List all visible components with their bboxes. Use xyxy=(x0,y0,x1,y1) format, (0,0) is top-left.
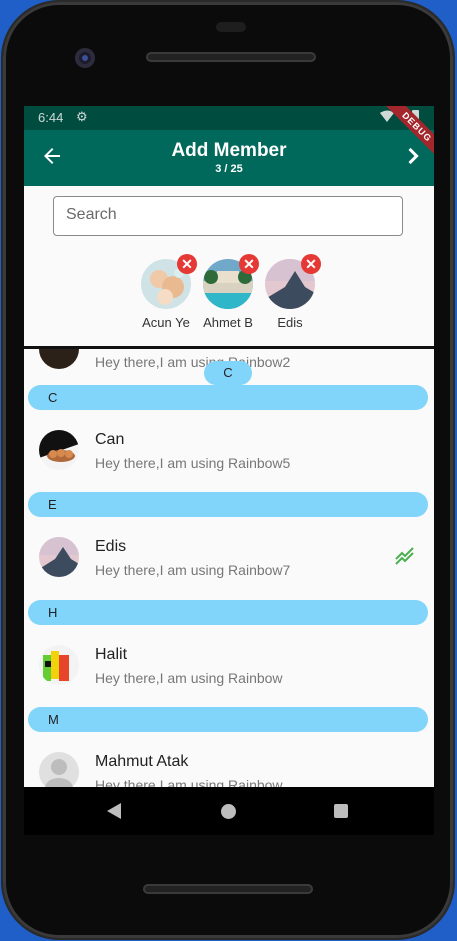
remove-icon[interactable]: ✕ xyxy=(301,254,321,274)
gear-icon: ⚙ xyxy=(76,109,88,124)
contact-status: Hey there,I am using Rainbow xyxy=(95,670,283,686)
selected-member-chip[interactable]: ✕ Edis xyxy=(255,254,325,330)
nav-back-icon[interactable] xyxy=(107,803,121,819)
selected-member-chip[interactable]: ✕ Ahmet B xyxy=(193,254,263,330)
top-slot xyxy=(216,22,246,32)
list-item[interactable]: Halit Hey there,I am using Rainbow xyxy=(24,625,434,705)
search-field[interactable] xyxy=(53,196,403,236)
app-bar: Add Member 3 / 25 xyxy=(24,130,434,186)
screen: 6:44 ⚙ Add Member 3 / 25 DEBUG ✕ Acun Ye… xyxy=(24,106,434,787)
search-input[interactable] xyxy=(54,197,386,233)
avatar xyxy=(39,537,79,577)
contact-status: Hey there,I am using Rainbow7 xyxy=(95,562,291,578)
chip-name: Edis xyxy=(277,315,303,330)
chip-name: Acun Ye xyxy=(142,315,190,330)
front-camera xyxy=(75,48,95,68)
contact-name: Edis xyxy=(95,538,127,555)
avatar xyxy=(39,430,79,470)
system-nav-bar xyxy=(24,787,434,835)
nav-recents-icon[interactable] xyxy=(334,804,348,818)
earpiece-speaker xyxy=(146,52,316,62)
status-time: 6:44 xyxy=(38,110,64,125)
selected-member-chip[interactable]: ✕ Acun Ye xyxy=(131,254,201,330)
floating-index-letter: C xyxy=(204,361,252,385)
contact-name: Can xyxy=(95,431,125,448)
section-header: C xyxy=(28,385,428,410)
section-header: E xyxy=(28,492,428,517)
page-title: Add Member xyxy=(171,140,287,161)
contact-name: Mahmut Atak xyxy=(95,753,189,770)
contact-status: Hey there,I am using Rainbow5 xyxy=(95,455,291,471)
contact-status: Hey there,I am using Rainbow xyxy=(95,777,283,787)
status-bar: 6:44 ⚙ xyxy=(24,106,434,130)
avatar xyxy=(39,349,79,369)
list-item[interactable]: Can Hey there,I am using Rainbow5 xyxy=(24,410,434,490)
avatar xyxy=(39,645,79,685)
chip-name: Ahmet B xyxy=(203,315,253,330)
chevron-right-icon[interactable] xyxy=(402,144,426,168)
section-header: H xyxy=(28,600,428,625)
list-item[interactable]: Mahmut Atak Hey there,I am using Rainbow xyxy=(24,732,434,787)
contact-status: Hey there,I am using Rainbow2 xyxy=(95,354,291,370)
member-count: 3 / 25 xyxy=(215,163,243,175)
section-header: M xyxy=(28,707,428,732)
contact-name: Halit xyxy=(95,646,128,663)
nav-home-icon[interactable] xyxy=(221,804,236,819)
online-trend-icon xyxy=(395,547,414,565)
list-item[interactable]: Edis Hey there,I am using Rainbow7 xyxy=(24,517,434,597)
avatar xyxy=(39,752,79,787)
contact-list[interactable]: Hey there,I am using Rainbow2 C Can Hey … xyxy=(24,349,434,787)
bottom-speaker xyxy=(143,884,313,894)
